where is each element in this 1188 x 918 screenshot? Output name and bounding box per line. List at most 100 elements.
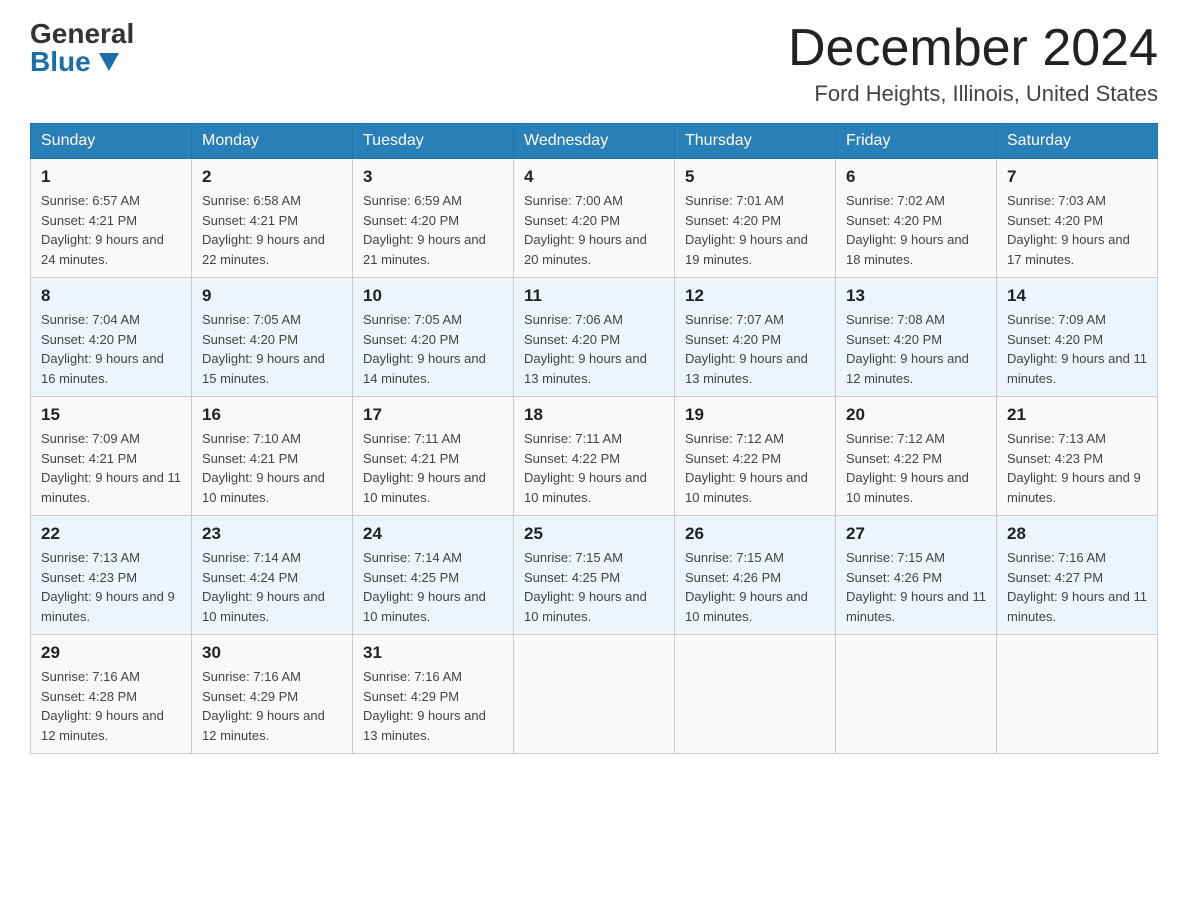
calendar-cell [675,635,836,754]
day-info: Sunrise: 7:10 AMSunset: 4:21 PMDaylight:… [202,429,342,507]
day-info: Sunrise: 7:12 AMSunset: 4:22 PMDaylight:… [846,429,986,507]
calendar-week-row: 8 Sunrise: 7:04 AMSunset: 4:20 PMDaylight… [31,278,1158,397]
calendar-cell: 31 Sunrise: 7:16 AMSunset: 4:29 PMDayligh… [353,635,514,754]
calendar-table: SundayMondayTuesdayWednesdayThursdayFrid… [30,123,1158,754]
weekday-header-wednesday: Wednesday [514,124,675,159]
calendar-cell [836,635,997,754]
day-info: Sunrise: 7:16 AMSunset: 4:29 PMDaylight:… [363,667,503,745]
calendar-cell: 10 Sunrise: 7:05 AMSunset: 4:20 PMDayligh… [353,278,514,397]
day-info: Sunrise: 7:09 AMSunset: 4:20 PMDaylight:… [1007,310,1147,388]
logo: General Blue [30,20,134,76]
day-number: 1 [41,167,181,187]
day-info: Sunrise: 7:14 AMSunset: 4:24 PMDaylight:… [202,548,342,626]
day-number: 18 [524,405,664,425]
calendar-cell: 20 Sunrise: 7:12 AMSunset: 4:22 PMDayligh… [836,397,997,516]
day-info: Sunrise: 7:00 AMSunset: 4:20 PMDaylight:… [524,191,664,269]
day-info: Sunrise: 7:16 AMSunset: 4:27 PMDaylight:… [1007,548,1147,626]
day-number: 9 [202,286,342,306]
day-number: 19 [685,405,825,425]
day-number: 5 [685,167,825,187]
day-info: Sunrise: 7:03 AMSunset: 4:20 PMDaylight:… [1007,191,1147,269]
calendar-week-row: 15Sunrise: 7:09 AMSunset: 4:21 PMDayligh… [31,397,1158,516]
day-info: Sunrise: 6:57 AMSunset: 4:21 PMDaylight:… [41,191,181,269]
day-number: 3 [363,167,503,187]
calendar-cell: 7 Sunrise: 7:03 AMSunset: 4:20 PMDaylight… [997,159,1158,278]
day-info: Sunrise: 7:14 AMSunset: 4:25 PMDaylight:… [363,548,503,626]
calendar-cell: 12 Sunrise: 7:07 AMSunset: 4:20 PMDayligh… [675,278,836,397]
calendar-cell: 24 Sunrise: 7:14 AMSunset: 4:25 PMDayligh… [353,516,514,635]
title-area: December 2024 Ford Heights, Illinois, Un… [788,20,1158,107]
day-info: Sunrise: 7:06 AMSunset: 4:20 PMDaylight:… [524,310,664,388]
calendar-cell: 25Sunrise: 7:15 AMSunset: 4:25 PMDayligh… [514,516,675,635]
calendar-week-row: 22Sunrise: 7:13 AMSunset: 4:23 PMDayligh… [31,516,1158,635]
calendar-cell: 6 Sunrise: 7:02 AMSunset: 4:20 PMDaylight… [836,159,997,278]
calendar-cell: 17 Sunrise: 7:11 AMSunset: 4:21 PMDayligh… [353,397,514,516]
weekday-header-monday: Monday [192,124,353,159]
location-title: Ford Heights, Illinois, United States [788,81,1158,107]
day-number: 13 [846,286,986,306]
day-info: Sunrise: 7:04 AMSunset: 4:20 PMDaylight:… [41,310,181,388]
calendar-cell: 11Sunrise: 7:06 AMSunset: 4:20 PMDayligh… [514,278,675,397]
calendar-cell: 13 Sunrise: 7:08 AMSunset: 4:20 PMDayligh… [836,278,997,397]
day-number: 7 [1007,167,1147,187]
day-number: 2 [202,167,342,187]
day-number: 28 [1007,524,1147,544]
calendar-cell: 26Sunrise: 7:15 AMSunset: 4:26 PMDayligh… [675,516,836,635]
day-number: 6 [846,167,986,187]
day-number: 30 [202,643,342,663]
day-number: 21 [1007,405,1147,425]
calendar-cell: 3 Sunrise: 6:59 AMSunset: 4:20 PMDaylight… [353,159,514,278]
calendar-cell: 8 Sunrise: 7:04 AMSunset: 4:20 PMDaylight… [31,278,192,397]
day-info: Sunrise: 7:16 AMSunset: 4:28 PMDaylight:… [41,667,181,745]
calendar-cell: 29Sunrise: 7:16 AMSunset: 4:28 PMDayligh… [31,635,192,754]
day-info: Sunrise: 7:05 AMSunset: 4:20 PMDaylight:… [363,310,503,388]
day-info: Sunrise: 7:08 AMSunset: 4:20 PMDaylight:… [846,310,986,388]
logo-general-text: General [30,20,134,48]
day-info: Sunrise: 7:15 AMSunset: 4:26 PMDaylight:… [846,548,986,626]
day-number: 14 [1007,286,1147,306]
logo-triangle-icon [99,53,119,71]
day-info: Sunrise: 7:02 AMSunset: 4:20 PMDaylight:… [846,191,986,269]
day-number: 10 [363,286,503,306]
month-title: December 2024 [788,20,1158,77]
calendar-cell: 1 Sunrise: 6:57 AMSunset: 4:21 PMDaylight… [31,159,192,278]
day-number: 31 [363,643,503,663]
day-number: 4 [524,167,664,187]
calendar-cell [514,635,675,754]
weekday-header-friday: Friday [836,124,997,159]
header: General Blue December 2024 Ford Heights,… [30,20,1158,107]
calendar-cell: 4 Sunrise: 7:00 AMSunset: 4:20 PMDaylight… [514,159,675,278]
calendar-cell: 23 Sunrise: 7:14 AMSunset: 4:24 PMDayligh… [192,516,353,635]
day-info: Sunrise: 6:59 AMSunset: 4:20 PMDaylight:… [363,191,503,269]
calendar-cell: 18 Sunrise: 7:11 AMSunset: 4:22 PMDayligh… [514,397,675,516]
day-number: 12 [685,286,825,306]
calendar-week-row: 1 Sunrise: 6:57 AMSunset: 4:21 PMDaylight… [31,159,1158,278]
day-number: 23 [202,524,342,544]
day-info: Sunrise: 7:01 AMSunset: 4:20 PMDaylight:… [685,191,825,269]
calendar-cell: 14 Sunrise: 7:09 AMSunset: 4:20 PMDayligh… [997,278,1158,397]
calendar-cell: 30 Sunrise: 7:16 AMSunset: 4:29 PMDayligh… [192,635,353,754]
day-info: Sunrise: 7:11 AMSunset: 4:22 PMDaylight:… [524,429,664,507]
day-number: 16 [202,405,342,425]
day-number: 24 [363,524,503,544]
calendar-cell [997,635,1158,754]
day-number: 15 [41,405,181,425]
day-info: Sunrise: 7:07 AMSunset: 4:20 PMDaylight:… [685,310,825,388]
day-number: 25 [524,524,664,544]
weekday-header-sunday: Sunday [31,124,192,159]
day-info: Sunrise: 7:05 AMSunset: 4:20 PMDaylight:… [202,310,342,388]
calendar-week-row: 29Sunrise: 7:16 AMSunset: 4:28 PMDayligh… [31,635,1158,754]
day-info: Sunrise: 7:11 AMSunset: 4:21 PMDaylight:… [363,429,503,507]
day-info: Sunrise: 6:58 AMSunset: 4:21 PMDaylight:… [202,191,342,269]
day-info: Sunrise: 7:13 AMSunset: 4:23 PMDaylight:… [1007,429,1147,507]
weekday-header-saturday: Saturday [997,124,1158,159]
day-info: Sunrise: 7:12 AMSunset: 4:22 PMDaylight:… [685,429,825,507]
day-info: Sunrise: 7:13 AMSunset: 4:23 PMDaylight:… [41,548,181,626]
calendar-cell: 15Sunrise: 7:09 AMSunset: 4:21 PMDayligh… [31,397,192,516]
weekday-header-tuesday: Tuesday [353,124,514,159]
day-number: 20 [846,405,986,425]
day-number: 8 [41,286,181,306]
day-number: 17 [363,405,503,425]
logo-blue-text: Blue [30,48,119,76]
day-info: Sunrise: 7:16 AMSunset: 4:29 PMDaylight:… [202,667,342,745]
